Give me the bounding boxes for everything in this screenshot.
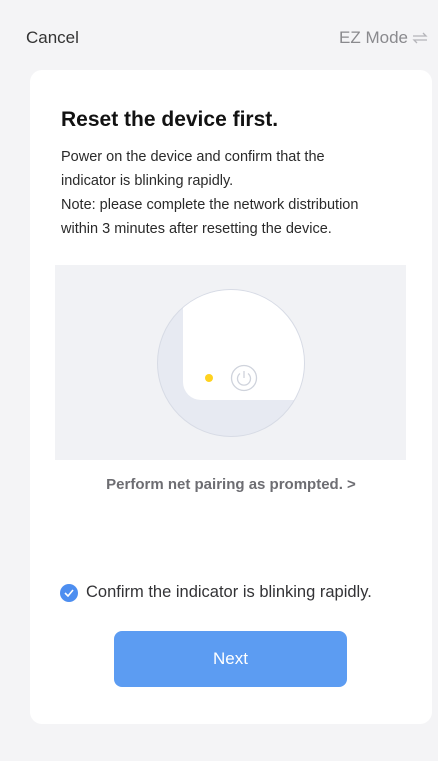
instructions: Power on the device and confirm that the… — [61, 145, 411, 241]
next-button[interactable]: Next — [114, 631, 347, 687]
confirm-label: Confirm the indicator is blinking rapidl… — [86, 583, 372, 601]
instruction-line: Note: please complete the network distri… — [61, 197, 359, 213]
top-bar: Cancel EZ Mode — [0, 0, 438, 76]
ez-mode-switch[interactable]: EZ Mode — [339, 28, 428, 48]
device-illustration — [55, 265, 406, 460]
page-title: Reset the device first. — [61, 108, 279, 131]
swap-arrows-icon — [412, 32, 428, 44]
ez-mode-label: EZ Mode — [339, 28, 408, 47]
confirm-checkbox[interactable]: Confirm the indicator is blinking rapidl… — [60, 583, 372, 602]
reset-card: Reset the device first. Power on the dev… — [30, 70, 432, 724]
zoom-circle — [157, 289, 305, 437]
instruction-line: Power on the device and confirm that the — [61, 149, 325, 165]
checkmark-icon — [60, 583, 78, 602]
instruction-line: within 3 minutes after resetting the dev… — [61, 221, 332, 237]
power-icon — [230, 364, 258, 397]
cancel-button[interactable]: Cancel — [26, 28, 79, 48]
instruction-line: indicator is blinking rapidly. — [61, 173, 234, 189]
net-pairing-link[interactable]: Perform net pairing as prompted. > — [30, 476, 432, 493]
indicator-light — [205, 374, 213, 382]
